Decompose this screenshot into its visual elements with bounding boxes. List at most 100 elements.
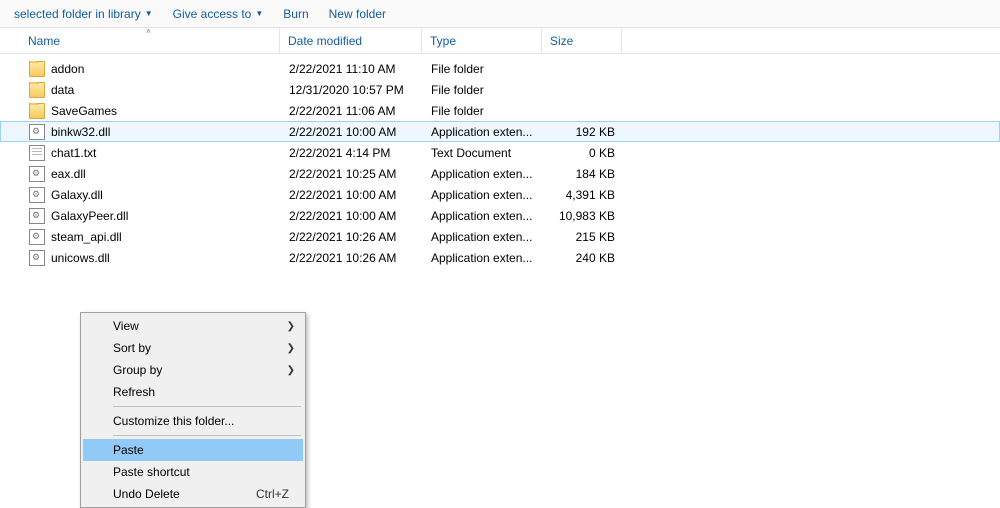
submenu-arrow-icon: ❯ bbox=[287, 343, 295, 354]
file-name-cell: steam_api.dll bbox=[19, 229, 281, 245]
file-name-cell: addon bbox=[19, 61, 281, 77]
file-name-label: Galaxy.dll bbox=[51, 188, 103, 202]
menu-item-label: Refresh bbox=[113, 385, 155, 399]
menu-item-paste-shortcut[interactable]: Paste shortcut bbox=[83, 461, 303, 483]
folder-icon bbox=[29, 103, 45, 119]
column-header-type[interactable]: Type bbox=[422, 28, 542, 53]
file-name-cell: data bbox=[19, 82, 281, 98]
submenu-arrow-icon: ❯ bbox=[287, 365, 295, 376]
file-type-cell: File folder bbox=[423, 83, 543, 97]
file-name-label: data bbox=[51, 83, 74, 97]
menu-item-paste[interactable]: Paste bbox=[83, 439, 303, 461]
file-row[interactable]: chat1.txt2/22/2021 4:14 PMText Document0… bbox=[0, 142, 1000, 163]
file-row[interactable]: unicows.dll 2/22/2021 10:26 AMApplication… bbox=[0, 247, 1000, 268]
file-date-cell: 12/31/2020 10:57 PM bbox=[281, 83, 423, 97]
file-name-cell: chat1.txt bbox=[19, 145, 281, 161]
file-date-cell: 2/22/2021 11:06 AM bbox=[281, 104, 423, 118]
menu-item-label: Paste shortcut bbox=[113, 465, 190, 479]
menu-item-undo-delete[interactable]: Undo Delete Ctrl+Z bbox=[83, 483, 303, 505]
menu-item-label: Sort by bbox=[113, 341, 151, 355]
file-size-cell: 0 KB bbox=[543, 146, 623, 160]
toolbar-burn-label: Burn bbox=[283, 7, 308, 21]
file-name-cell: Galaxy.dll bbox=[19, 187, 281, 203]
file-type-cell: Application exten... bbox=[423, 230, 543, 244]
file-date-cell: 2/22/2021 11:10 AM bbox=[281, 62, 423, 76]
file-type-cell: Application exten... bbox=[423, 125, 543, 139]
file-row[interactable]: GalaxyPeer.dll 2/22/2021 10:00 AMApplicat… bbox=[0, 205, 1000, 226]
column-header-row: Name ˄ Date modified Type Size bbox=[0, 28, 1000, 54]
menu-separator bbox=[113, 406, 301, 407]
file-icon bbox=[29, 145, 45, 161]
menu-item-view[interactable]: View❯ bbox=[83, 315, 303, 337]
dropdown-caret-icon: ▼ bbox=[255, 9, 263, 18]
file-name-label: GalaxyPeer.dll bbox=[51, 209, 128, 223]
dll-icon bbox=[29, 166, 45, 182]
file-date-cell: 2/22/2021 4:14 PM bbox=[281, 146, 423, 160]
menu-item-label: Paste bbox=[113, 443, 144, 457]
folder-icon bbox=[29, 82, 45, 98]
file-date-cell: 2/22/2021 10:25 AM bbox=[281, 167, 423, 181]
dll-icon bbox=[29, 124, 45, 140]
column-header-date-label: Date modified bbox=[288, 34, 362, 48]
file-name-cell: eax.dll bbox=[19, 166, 281, 182]
menu-item-label: Customize this folder... bbox=[113, 414, 234, 428]
file-row[interactable]: steam_api.dll 2/22/2021 10:26 AMApplicati… bbox=[0, 226, 1000, 247]
dll-icon bbox=[29, 250, 45, 266]
file-name-label: binkw32.dll bbox=[51, 125, 110, 139]
file-date-cell: 2/22/2021 10:00 AM bbox=[281, 188, 423, 202]
column-header-size[interactable]: Size bbox=[542, 28, 622, 53]
folder-icon bbox=[29, 61, 45, 77]
menu-item-customize-this-folder[interactable]: Customize this folder... bbox=[83, 410, 303, 432]
column-header-name[interactable]: Name ˄ bbox=[18, 28, 280, 53]
menu-item-label: Group by bbox=[113, 363, 162, 377]
file-type-cell: Application exten... bbox=[423, 209, 543, 223]
file-row[interactable]: data 12/31/2020 10:57 PMFile folder bbox=[0, 79, 1000, 100]
file-size-cell: 10,983 KB bbox=[543, 209, 623, 223]
file-size-cell: 215 KB bbox=[543, 230, 623, 244]
file-row[interactable]: addon 2/22/2021 11:10 AMFile folder bbox=[0, 58, 1000, 79]
menu-item-shortcut: Ctrl+Z bbox=[256, 487, 289, 501]
file-name-label: unicows.dll bbox=[51, 251, 110, 265]
column-header-date[interactable]: Date modified bbox=[280, 28, 422, 53]
menu-separator bbox=[113, 435, 301, 436]
file-name-label: chat1.txt bbox=[51, 146, 96, 160]
toolbar: selected folder in library ▼ Give access… bbox=[0, 0, 1000, 28]
column-header-size-label: Size bbox=[550, 34, 573, 48]
toolbar-include-in-library[interactable]: selected folder in library ▼ bbox=[4, 0, 163, 27]
menu-item-sort-by[interactable]: Sort by ❯ bbox=[83, 337, 303, 359]
toolbar-give-access-to[interactable]: Give access to ▼ bbox=[163, 0, 274, 27]
file-date-cell: 2/22/2021 10:00 AM bbox=[281, 125, 423, 139]
dll-icon bbox=[29, 208, 45, 224]
file-date-cell: 2/22/2021 10:00 AM bbox=[281, 209, 423, 223]
file-name-label: steam_api.dll bbox=[51, 230, 122, 244]
file-row[interactable]: SaveGames2/22/2021 11:06 AMFile folder bbox=[0, 100, 1000, 121]
toolbar-newfolder-label: New folder bbox=[329, 7, 386, 21]
file-row[interactable]: Galaxy.dll 2/22/2021 10:00 AMApplication … bbox=[0, 184, 1000, 205]
file-type-cell: Application exten... bbox=[423, 188, 543, 202]
sort-ascending-icon: ˄ bbox=[146, 27, 151, 36]
file-date-cell: 2/22/2021 10:26 AM bbox=[281, 251, 423, 265]
toolbar-burn[interactable]: Burn bbox=[273, 0, 318, 27]
file-name-cell: SaveGames bbox=[19, 103, 281, 119]
file-name-label: addon bbox=[51, 62, 84, 76]
dropdown-caret-icon: ▼ bbox=[145, 9, 153, 18]
toolbar-share-label: Give access to bbox=[173, 7, 252, 21]
file-size-cell: 184 KB bbox=[543, 167, 623, 181]
file-row[interactable]: eax.dll2/22/2021 10:25 AMApplication ext… bbox=[0, 163, 1000, 184]
file-name-label: SaveGames bbox=[51, 104, 117, 118]
column-header-type-label: Type bbox=[430, 34, 456, 48]
dll-icon bbox=[29, 187, 45, 203]
file-type-cell: Application exten... bbox=[423, 251, 543, 265]
file-name-cell: binkw32.dll bbox=[19, 124, 281, 140]
file-list[interactable]: addon 2/22/2021 11:10 AMFile folder data 12… bbox=[0, 54, 1000, 268]
toolbar-new-folder[interactable]: New folder bbox=[319, 0, 396, 27]
menu-item-group-by[interactable]: Group by ❯ bbox=[83, 359, 303, 381]
menu-item-refresh[interactable]: Refresh bbox=[83, 381, 303, 403]
menu-item-label: Undo Delete bbox=[113, 487, 180, 501]
file-type-cell: File folder bbox=[423, 62, 543, 76]
toolbar-include-label: selected folder in library bbox=[14, 7, 141, 21]
file-row[interactable]: binkw32.dll 2/22/2021 10:00 AMApplication… bbox=[0, 121, 1000, 142]
file-name-cell: GalaxyPeer.dll bbox=[19, 208, 281, 224]
dll-icon bbox=[29, 229, 45, 245]
file-date-cell: 2/22/2021 10:26 AM bbox=[281, 230, 423, 244]
